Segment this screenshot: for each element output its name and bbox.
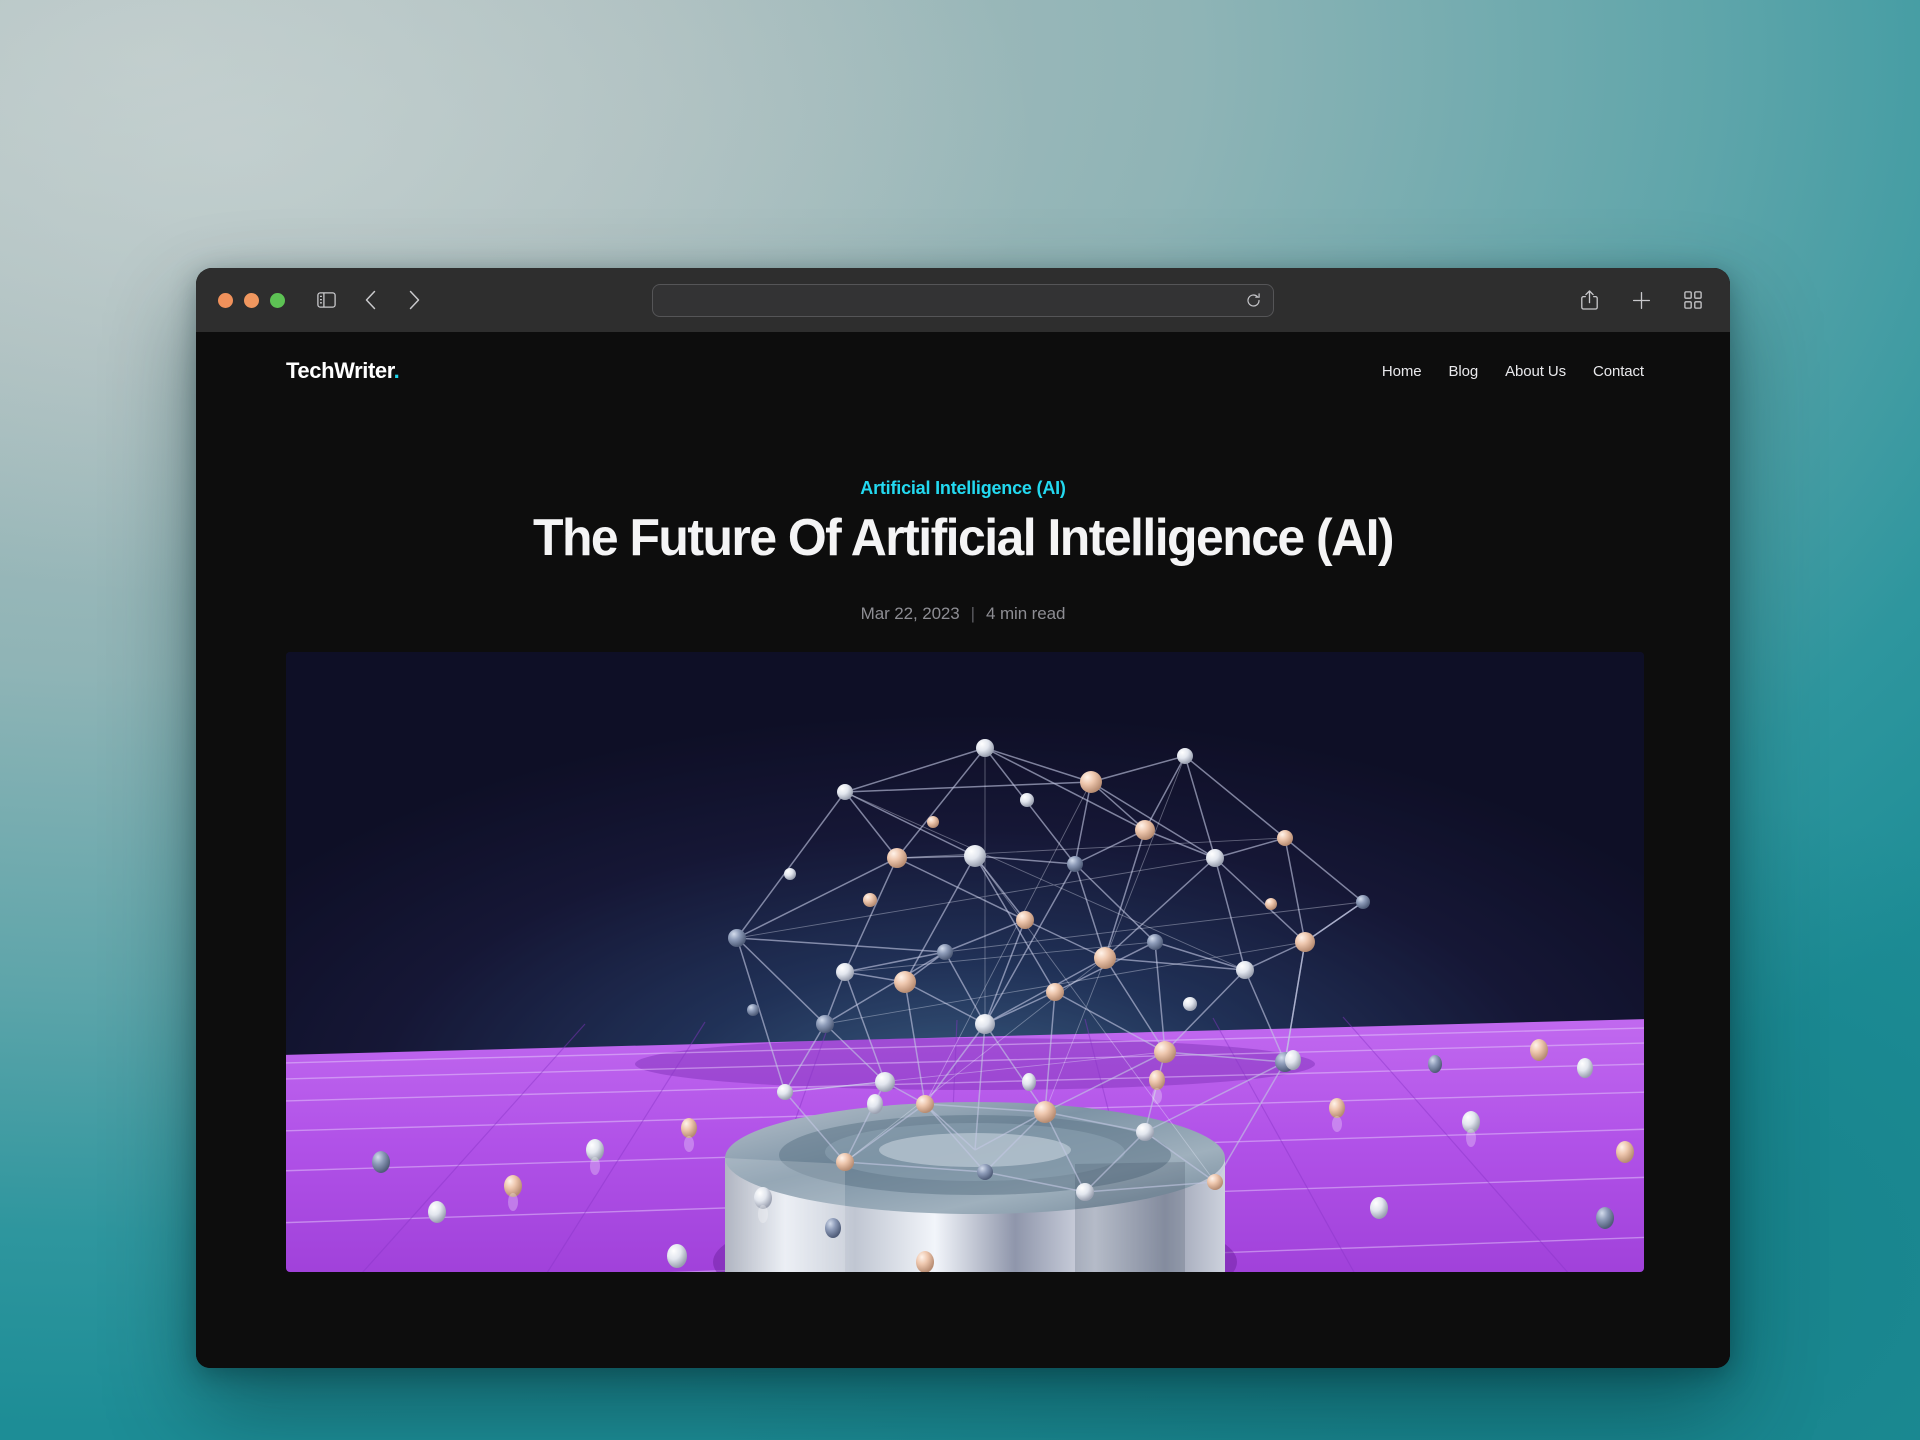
toolbar-actions xyxy=(1576,287,1706,313)
zoom-window-button[interactable] xyxy=(270,292,285,308)
article-header: Artificial Intelligence (AI) The Future … xyxy=(196,410,1730,624)
meta-separator: | xyxy=(970,604,975,624)
reload-icon[interactable] xyxy=(1246,292,1261,308)
site-navigation: Home Blog About Us Contact xyxy=(1382,363,1644,380)
nav-item-about-us[interactable]: About Us xyxy=(1505,363,1566,380)
article-read-time: 4 min read xyxy=(985,604,1066,624)
close-window-button[interactable] xyxy=(218,292,233,308)
hero-illustration xyxy=(286,652,1644,1273)
nav-item-contact[interactable]: Contact xyxy=(1593,363,1644,380)
window-controls xyxy=(218,292,285,308)
tab-overview-icon[interactable] xyxy=(1680,287,1706,313)
article-category[interactable]: Artificial Intelligence (AI) xyxy=(256,478,1670,499)
article-date: Mar 22, 2023 xyxy=(860,604,960,624)
nav-item-home[interactable]: Home xyxy=(1382,363,1422,380)
site-logo-text: TechWriter xyxy=(286,358,394,383)
nav-item-blog[interactable]: Blog xyxy=(1448,363,1478,380)
chevron-right-icon[interactable] xyxy=(401,287,427,313)
chevron-left-icon[interactable] xyxy=(357,287,383,313)
page-viewport: TechWriter. Home Blog About Us Contact A… xyxy=(196,332,1730,1368)
navigation-buttons xyxy=(313,287,427,313)
plus-icon[interactable] xyxy=(1628,287,1654,313)
browser-window: TechWriter. Home Blog About Us Contact A… xyxy=(196,268,1730,1368)
address-bar[interactable] xyxy=(652,283,1274,317)
site-logo[interactable]: TechWriter. xyxy=(286,358,400,384)
article-title: The Future Of Artificial Intelligence (A… xyxy=(532,509,1395,567)
article-hero-image xyxy=(286,652,1644,1273)
article-meta: Mar 22, 2023 | 4 min read xyxy=(256,604,1670,624)
browser-toolbar xyxy=(196,268,1730,332)
site-logo-dot: . xyxy=(393,358,400,383)
site-header: TechWriter. Home Blog About Us Contact xyxy=(196,332,1730,410)
sidebar-icon[interactable] xyxy=(313,287,339,313)
share-icon[interactable] xyxy=(1576,287,1602,313)
minimize-window-button[interactable] xyxy=(244,292,259,308)
